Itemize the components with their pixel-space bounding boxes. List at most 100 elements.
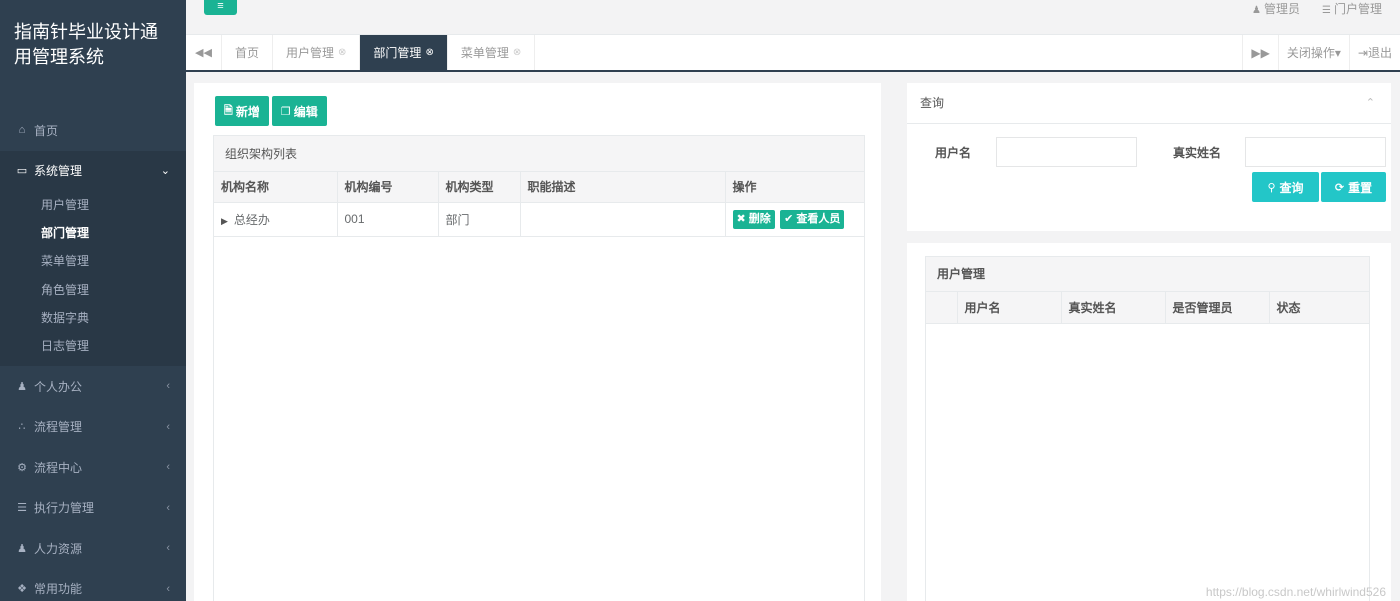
- forward-icon: ▶▶: [1251, 45, 1270, 60]
- tab-menus[interactable]: 菜单管理 ⊗: [448, 35, 536, 70]
- column-header[interactable]: 机构编号: [337, 172, 439, 203]
- view-members-label: 查看人员: [796, 212, 841, 225]
- column-header: 操作: [725, 172, 864, 203]
- sidebar-item-system[interactable]: ▭ 系统管理 ⌄: [0, 150, 186, 191]
- user-icon: ♟: [17, 380, 27, 393]
- add-label: 新增: [235, 104, 260, 119]
- org-table: 机构名称 机构编号 机构类型 职能描述 操作 ▶ 总经办 001 部门 ✖ 删除…: [214, 172, 864, 237]
- tab-label: 首页: [235, 46, 260, 60]
- portal-label: 门户管理: [1333, 2, 1382, 16]
- menu-toggle-button[interactable]: ≡: [204, 0, 237, 15]
- caret-right-icon[interactable]: ▶: [221, 216, 228, 226]
- home-icon: ⌂: [18, 124, 26, 137]
- tab-scroll-right-button[interactable]: ▶▶: [1242, 35, 1277, 70]
- department-panel: 🗎新增 ❐编辑 组织架构列表 机构名称 机构编号 机构类型 职能描述 操作: [194, 83, 881, 601]
- close-icon[interactable]: ⊗: [513, 47, 521, 58]
- sidebar-subitem-roles[interactable]: 角色管理: [0, 276, 186, 304]
- menu-icon: ≡: [217, 0, 224, 12]
- list-icon: ☰: [1322, 5, 1331, 16]
- portal-link[interactable]: ☰ 门户管理: [1322, 0, 1382, 16]
- reset-label: 重置: [1348, 180, 1373, 195]
- column-header[interactable]: 职能描述: [520, 172, 726, 203]
- org-structure-list: 组织架构列表 机构名称 机构编号 机构类型 职能描述 操作 ▶ 总经办 001: [213, 135, 865, 601]
- tab-label: 部门管理: [373, 46, 422, 60]
- tab-scroll-left-button[interactable]: ◀◀: [186, 35, 222, 70]
- sidebar-subitem-users[interactable]: 用户管理: [0, 191, 186, 219]
- username-input[interactable]: [996, 137, 1137, 167]
- column-header[interactable]: 机构名称: [214, 172, 338, 203]
- sidebar-subitem-departments[interactable]: 部门管理: [0, 219, 186, 247]
- delete-button[interactable]: ✖ 删除: [732, 209, 775, 229]
- sidebar-item-personal-office[interactable]: ♟ 个人办公 ‹: [0, 366, 186, 407]
- org-code-cell: 001: [337, 202, 439, 237]
- sidebar-item-hr[interactable]: ♟ 人力资源 ‹: [0, 528, 186, 569]
- sidebar-item-process-management[interactable]: ∴ 流程管理 ‹: [0, 407, 186, 448]
- sidebar-item-label: 系统管理: [34, 164, 83, 179]
- sidebar-item-label: 首页: [34, 123, 59, 138]
- reset-button[interactable]: ⟳ 重置: [1321, 172, 1386, 202]
- sidebar-item-label: 执行力管理: [34, 501, 95, 516]
- add-button[interactable]: 🗎 新增: [215, 96, 269, 126]
- realname-label: 真实姓名: [1173, 146, 1222, 160]
- app-title: 指南针毕业设计通用管理系统: [0, 0, 186, 88]
- sidebar: 指南针毕业设计通用管理系统 ⌂ 首页 ▭ 系统管理 ⌄ 用户管理 部门管理 菜单…: [0, 0, 186, 601]
- user-list-panel: 用户管理 用户名 真实姓名 是否管理员 状态: [907, 243, 1391, 601]
- chevron-left-icon: ‹: [166, 380, 170, 393]
- realname-input[interactable]: [1245, 137, 1386, 167]
- user-plus-icon: ♟: [17, 542, 27, 555]
- search-label: 查询: [1279, 180, 1304, 195]
- copy-icon: ❐: [280, 105, 291, 118]
- tab-label: 菜单管理: [460, 46, 509, 60]
- sidebar-item-process-center[interactable]: ⚙ 流程中心 ‹: [0, 447, 186, 488]
- query-panel: 查询 ⌃ 用户名 真实姓名 ⚲ 查询 ⟳ 重置: [907, 83, 1391, 231]
- user-list-title: 用户管理: [926, 257, 1369, 292]
- tabs-bar: ◀◀ 首页 用户管理 ⊗ 部门管理 ⊗ 菜单管理 ⊗ ▶▶ 关闭操作 ▾ ⇥ 退出: [186, 35, 1400, 72]
- edit-button[interactable]: ❐ 编辑: [271, 96, 327, 126]
- column-header[interactable]: 是否管理员: [1165, 292, 1270, 324]
- column-header[interactable]: 机构类型: [438, 172, 521, 203]
- times-icon: ✖: [736, 212, 746, 225]
- close-operations-dropdown[interactable]: 关闭操作 ▾: [1277, 35, 1349, 70]
- logout-button[interactable]: ⇥ 退出: [1348, 35, 1400, 70]
- close-icon[interactable]: ⊗: [338, 47, 346, 58]
- sidebar-submenu: 用户管理 部门管理 菜单管理 角色管理 数据字典 日志管理: [0, 191, 186, 367]
- server-icon: ☰: [17, 502, 27, 515]
- sidebar-item-common[interactable]: ❖ 常用功能 ‹: [0, 569, 186, 601]
- backward-icon: ◀◀: [195, 47, 212, 59]
- tab-departments[interactable]: 部门管理 ⊗: [360, 35, 448, 70]
- sidebar-subitem-logs[interactable]: 日志管理: [0, 332, 186, 360]
- org-actions-cell: ✖ 删除 ✔ 查看人员: [725, 202, 864, 237]
- tab-home[interactable]: 首页: [222, 35, 274, 70]
- cubes-icon: ❖: [17, 583, 27, 596]
- gear-icon: ⚙: [17, 461, 27, 474]
- table-header-row: 用户名 真实姓名 是否管理员 状态: [926, 292, 1369, 324]
- tab-users[interactable]: 用户管理 ⊗: [273, 35, 361, 70]
- admin-link[interactable]: ♟ 管理员: [1252, 0, 1300, 16]
- search-button[interactable]: ⚲ 查询: [1252, 172, 1319, 202]
- chevron-left-icon: ‹: [166, 582, 170, 595]
- sidebar-item-execution[interactable]: ☰ 执行力管理 ‹: [0, 488, 186, 529]
- refresh-icon: ⟳: [1334, 181, 1345, 194]
- chevron-up-icon[interactable]: ⌃: [1366, 83, 1375, 124]
- main-content: 🗎新增 ❐编辑 组织架构列表 机构名称 机构编号 机构类型 职能描述 操作: [186, 72, 1400, 601]
- watermark: https://blog.csdn.net/whirlwind526: [1205, 585, 1386, 599]
- close-icon[interactable]: ⊗: [425, 47, 433, 58]
- file-icon: 🗎: [224, 104, 233, 117]
- table-row[interactable]: ▶ 总经办 001 部门 ✖ 删除 ✔ 查看人员: [214, 202, 864, 237]
- sidebar-item-label: 流程中心: [34, 460, 83, 475]
- org-name-cell[interactable]: ▶ 总经办: [214, 202, 338, 237]
- column-header[interactable]: 用户名: [957, 292, 1062, 324]
- username-label: 用户名: [935, 146, 972, 160]
- column-header[interactable]: 真实姓名: [1061, 292, 1166, 324]
- sidebar-item-label: 流程管理: [34, 420, 83, 435]
- select-column-header[interactable]: [926, 292, 958, 324]
- sign-out-icon: ⇥: [1357, 45, 1368, 60]
- sidebar-subitem-menus[interactable]: 菜单管理: [0, 247, 186, 275]
- sidebar-item-home[interactable]: ⌂ 首页: [0, 110, 186, 151]
- user-icon: ♟: [1252, 5, 1261, 16]
- sidebar-subitem-dictionary[interactable]: 数据字典: [0, 304, 186, 332]
- share-icon: ∴: [18, 421, 26, 434]
- sidebar-item-label: 个人办公: [34, 379, 83, 394]
- view-members-button[interactable]: ✔ 查看人员: [780, 209, 845, 229]
- column-header[interactable]: 状态: [1269, 292, 1369, 324]
